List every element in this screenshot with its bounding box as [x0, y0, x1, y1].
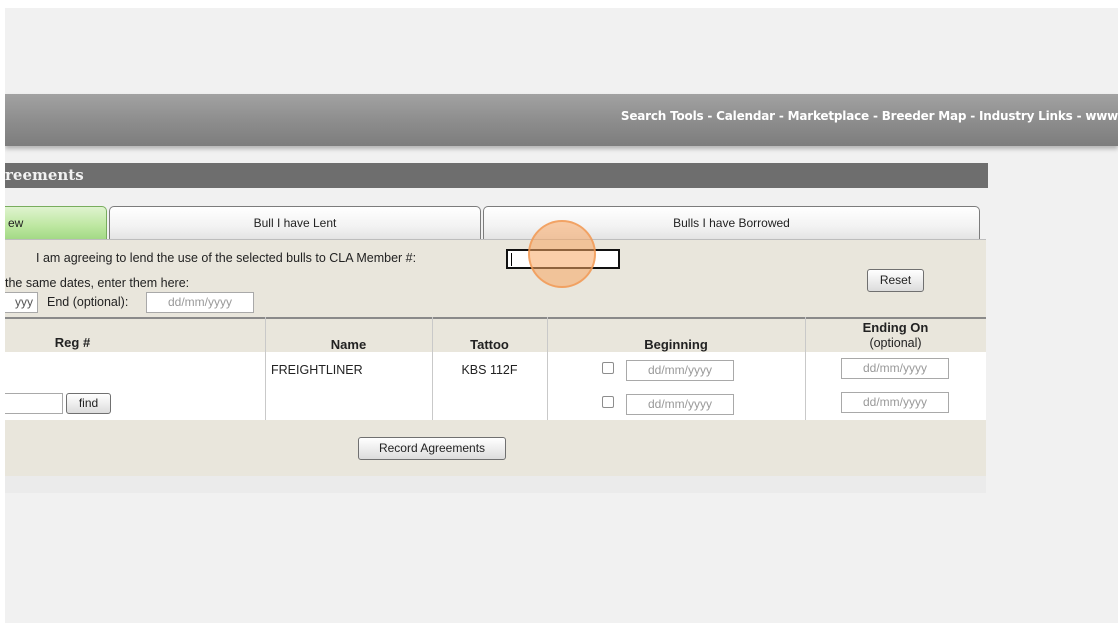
- row2-begin-date-input[interactable]: dd/mm/yyyy: [626, 394, 734, 415]
- end-date-input[interactable]: dd/mm/yyyy: [146, 292, 254, 313]
- reg-number-input[interactable]: [5, 393, 63, 414]
- bottom-strip: [5, 476, 986, 493]
- nav-links[interactable]: Search Tools - Calendar - Marketplace - …: [621, 109, 1118, 123]
- row2-checkbox[interactable]: [602, 396, 614, 408]
- column-divider: [265, 317, 266, 420]
- header-name: Name: [330, 337, 367, 352]
- header-tattoo: Tattoo: [470, 337, 509, 352]
- tab-bull-lent[interactable]: Bull I have Lent: [109, 206, 481, 239]
- header-reg: Reg #: [54, 335, 91, 350]
- record-agreements-button[interactable]: Record Agreements: [358, 437, 506, 460]
- row1-begin-date-input[interactable]: dd/mm/yyyy: [626, 360, 734, 381]
- header-ending-optional: (optional): [869, 336, 922, 350]
- row1-end-date-input[interactable]: dd/mm/yyyy: [841, 358, 949, 379]
- section-title: reements: [5, 166, 84, 184]
- row1-checkbox[interactable]: [602, 362, 614, 374]
- row1-name: FREIGHTLINER: [271, 363, 363, 377]
- browser-viewport: Search Tools - Calendar - Marketplace - …: [5, 8, 1118, 623]
- reset-button[interactable]: Reset: [867, 269, 924, 292]
- header-beginning: Beginning: [644, 337, 708, 352]
- row1-tattoo: KBS 112F: [461, 363, 518, 377]
- section-header-bar: reements: [5, 163, 988, 188]
- header-ending-on: Ending On: [862, 320, 929, 335]
- tab-new[interactable]: ew: [5, 206, 107, 239]
- top-navigation-bar: Search Tools - Calendar - Marketplace - …: [5, 94, 1118, 146]
- text-caret: [511, 253, 512, 266]
- same-dates-label: the same dates, enter them here:: [5, 276, 190, 290]
- start-date-input[interactable]: yyy: [5, 292, 38, 313]
- click-indicator: [528, 220, 596, 288]
- find-button[interactable]: find: [66, 393, 111, 414]
- member-prompt-label: I am agreeing to lend the use of the sel…: [36, 251, 417, 265]
- row2-end-date-input[interactable]: dd/mm/yyyy: [841, 392, 949, 413]
- column-divider: [547, 317, 548, 420]
- end-optional-label: End (optional):: [47, 295, 129, 309]
